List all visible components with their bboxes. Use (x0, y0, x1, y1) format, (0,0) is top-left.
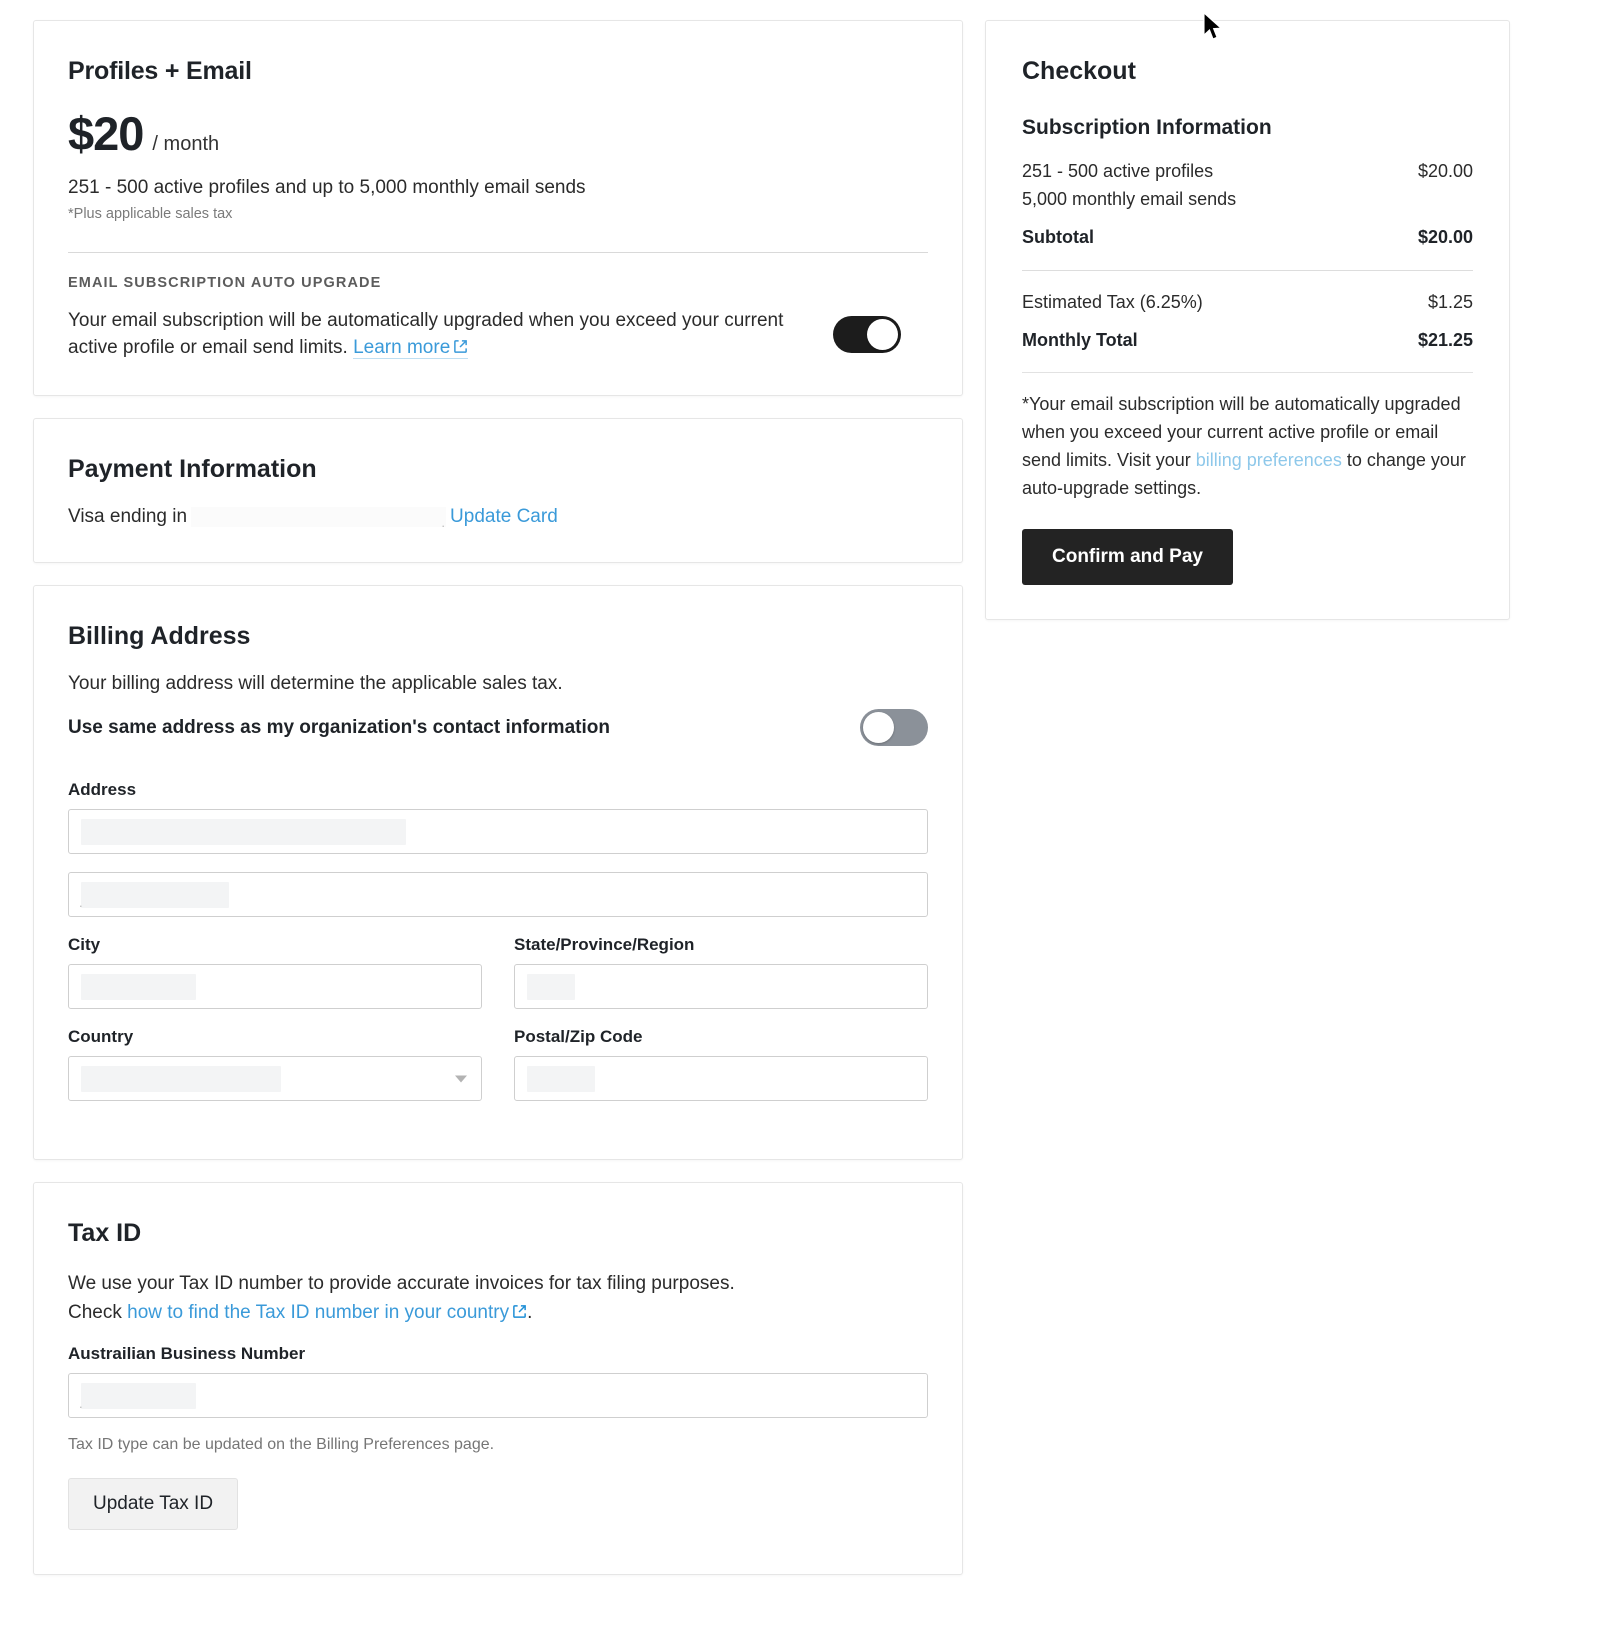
plan-price-period: / month (152, 133, 220, 155)
plan-summary-card: Profiles + Email $20 / month 251 - 500 a… (33, 20, 963, 397)
confirm-and-pay-button[interactable]: Confirm and Pay (1022, 529, 1233, 586)
tax-id-check-prefix: Check (68, 1301, 128, 1323)
country-select[interactable] (68, 1056, 482, 1102)
external-link-icon (512, 1300, 527, 1329)
checkout-tax-row: Estimated Tax (6.25%) $1.25 (1022, 289, 1473, 317)
postal-field-group: Postal/Zip Code (514, 1027, 928, 1119)
auto-upgrade-row: Your email subscription will be automati… (68, 307, 928, 363)
auto-upgrade-toggle[interactable] (833, 316, 901, 354)
checkout-subtotal-row: Subtotal $20.00 (1022, 224, 1473, 252)
checkout-title: Checkout (1022, 57, 1136, 85)
billing-preferences-link[interactable]: billing preferences (1196, 450, 1342, 470)
same-address-label: Use same address as my organization's co… (68, 716, 610, 738)
billing-address-card: Billing Address Your billing address wil… (33, 585, 963, 1161)
checkout-line-item-label: 251 - 500 active profiles 5,000 monthly … (1022, 158, 1404, 214)
subscription-information-title: Subscription Information (1022, 116, 1272, 139)
left-column: Profiles + Email $20 / month 251 - 500 a… (33, 20, 963, 1597)
payment-information-card: Payment Information Visa ending in Updat… (33, 418, 963, 564)
checkout-total-row: Monthly Total $21.25 (1022, 327, 1473, 355)
checkout-card: Checkout Subscription Information 251 - … (985, 20, 1510, 621)
auto-upgrade-description: Your email subscription will be automati… (68, 307, 813, 363)
tax-id-masked-value (81, 1382, 196, 1409)
postal-masked-value (527, 1065, 595, 1092)
address-line2-dot: . (79, 895, 83, 911)
checkout-total-label: Monthly Total (1022, 329, 1138, 350)
state-input[interactable] (514, 964, 928, 1010)
billing-checkout-page: Profiles + Email $20 / month 251 - 500 a… (0, 0, 1610, 1642)
same-address-toggle-knob (863, 712, 894, 744)
billing-address-subtitle: Your billing address will determine the … (68, 673, 563, 695)
payment-card-row: Visa ending in Update Card (68, 506, 928, 530)
state-masked-value (527, 973, 575, 1000)
learn-more-link[interactable]: Learn more (353, 337, 469, 360)
update-tax-id-button[interactable]: Update Tax ID (68, 1478, 239, 1531)
city-label: City (68, 935, 101, 955)
tax-id-help-link[interactable]: how to find the Tax ID number in your co… (127, 1302, 509, 1323)
country-masked-value (81, 1065, 281, 1092)
billing-address-title: Billing Address (68, 622, 251, 651)
checkout-line-item-label-line2: 5,000 monthly email sends (1022, 188, 1237, 209)
checkout-divider-1 (1022, 269, 1473, 271)
auto-upgrade-toggle-knob (867, 319, 898, 351)
payment-information-title: Payment Information (68, 455, 317, 484)
plan-title: Profiles + Email (68, 57, 252, 85)
tax-id-card: Tax ID We use your Tax ID number to prov… (33, 1182, 963, 1576)
update-card-link[interactable]: Update Card (450, 506, 558, 528)
address-line1-input[interactable] (68, 809, 928, 855)
tax-id-title: Tax ID (68, 1219, 142, 1248)
city-state-row: City State/Province/Region (68, 935, 928, 1027)
auto-upgrade-heading: EMAIL SUBSCRIPTION AUTO UPGRADE (68, 274, 382, 291)
payment-card-label: Visa ending in (68, 506, 188, 528)
country-field-group: Country (68, 1027, 482, 1119)
tax-id-description: We use your Tax ID number to provide acc… (68, 1270, 928, 1328)
plan-description: 251 - 500 active profiles and up to 5,00… (68, 177, 586, 198)
city-input[interactable] (68, 964, 482, 1010)
checkout-line-item-value: $20.00 (1417, 161, 1473, 181)
chevron-down-icon (455, 1075, 467, 1083)
checkout-line-item: 251 - 500 active profiles 5,000 monthly … (1022, 158, 1473, 214)
tax-id-field-label: Austrailian Business Number (68, 1344, 306, 1364)
tax-id-help-link-label: how to find the Tax ID number in your co… (127, 1301, 510, 1323)
payment-card-number-masked (191, 507, 447, 530)
tax-id-description-line1: We use your Tax ID number to provide acc… (68, 1273, 735, 1295)
checkout-auto-upgrade-note: *Your email subscription will be automat… (1022, 391, 1473, 503)
tax-id-input[interactable]: . (68, 1373, 928, 1419)
checkout-tax-label: Estimated Tax (6.25%) (1022, 291, 1203, 312)
address-label: Address (68, 780, 137, 800)
plan-price-amount: $20 (68, 107, 144, 160)
tax-id-hint: Tax ID type can be updated on the Billin… (68, 1436, 495, 1454)
right-column: Checkout Subscription Information 251 - … (985, 20, 1510, 621)
plan-price: $20 / month (68, 110, 928, 157)
plan-divider (68, 251, 928, 253)
postal-input[interactable] (514, 1056, 928, 1102)
checkout-subtotal-value: $20.00 (1417, 226, 1473, 247)
checkout-tax-value: $1.25 (1427, 291, 1473, 312)
postal-label: Postal/Zip Code (514, 1027, 643, 1047)
address-line2-masked-value (81, 881, 229, 908)
same-address-toggle[interactable] (860, 709, 928, 747)
plan-tax-note: *Plus applicable sales tax (68, 205, 233, 222)
country-postal-row: Country Postal/Zip Code (68, 1027, 928, 1119)
checkout-line-item-label-line1: 251 - 500 active profiles (1022, 161, 1214, 181)
external-link-icon (453, 335, 468, 363)
tax-id-dot: . (79, 1396, 83, 1412)
state-label: State/Province/Region (514, 935, 695, 955)
checkout-subtotal-label: Subtotal (1022, 226, 1094, 247)
city-masked-value (81, 973, 196, 1000)
same-address-row: Use same address as my organization's co… (68, 709, 928, 747)
tax-id-description-suffix: . (527, 1301, 533, 1323)
checkout-divider-2 (1022, 372, 1473, 374)
address-line1-masked-value (81, 818, 406, 845)
learn-more-label: Learn more (353, 337, 451, 359)
state-field-group: State/Province/Region (514, 935, 928, 1027)
checkout-total-value: $21.25 (1417, 329, 1473, 350)
address-line2-input[interactable]: . (68, 872, 928, 918)
city-field-group: City (68, 935, 482, 1027)
country-label: Country (68, 1027, 134, 1047)
